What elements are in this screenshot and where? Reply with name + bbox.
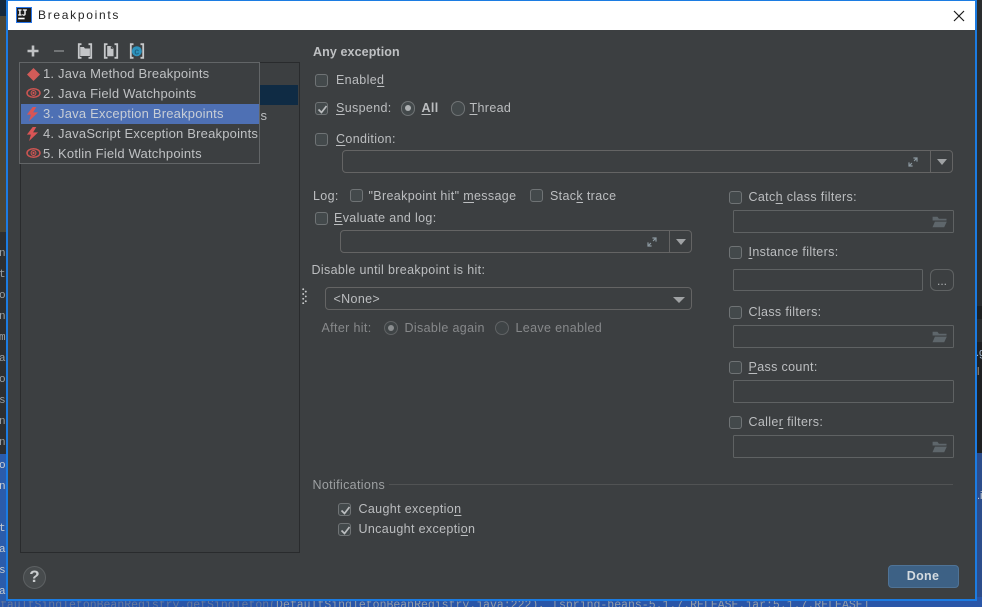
svg-text:c: c xyxy=(134,46,139,56)
